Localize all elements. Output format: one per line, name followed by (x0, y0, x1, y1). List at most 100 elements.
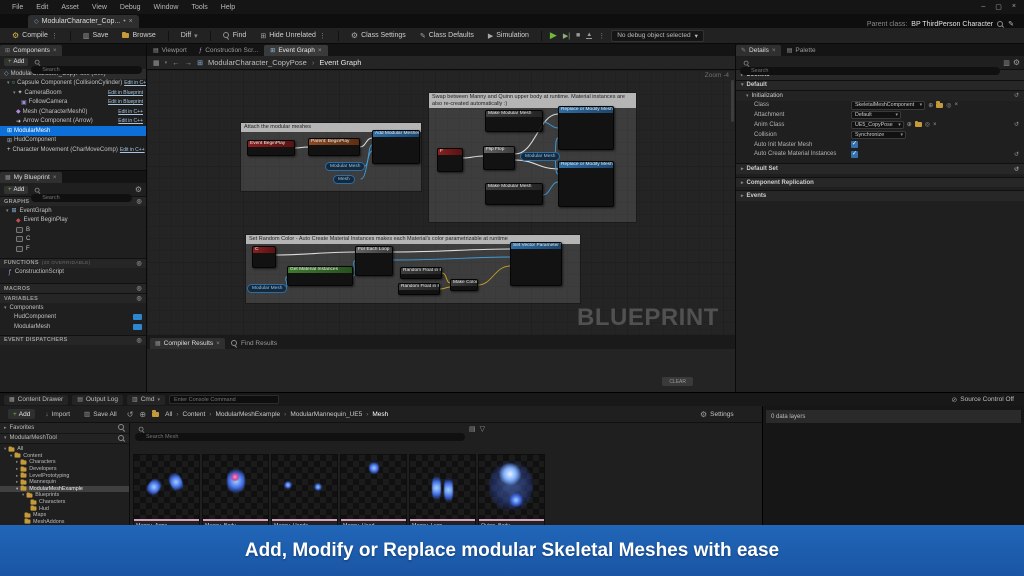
class-defaults-button[interactable]: ✎ Class Defaults (416, 30, 478, 42)
use-selected-icon[interactable]: ◎ (946, 102, 951, 109)
console-command-input[interactable] (169, 395, 279, 404)
initialization-section[interactable]: ▾ Initialization ↺ (736, 90, 1024, 101)
eject-button[interactable]: ▲ (586, 32, 592, 39)
search-icon[interactable] (118, 435, 125, 442)
simulation-button[interactable]: ▶ Simulation (484, 30, 533, 42)
events-section[interactable]: ▸ Events (736, 190, 1024, 201)
component-row-charmove[interactable]: + Character Movement (CharMoveComp) Edit… (0, 145, 146, 155)
clear-button[interactable]: CLEAR (662, 377, 693, 386)
reset-icon[interactable]: ↺ (1014, 92, 1019, 99)
component-replication-section[interactable]: ▸ Component Replication (736, 177, 1024, 188)
close-icon[interactable]: × (318, 47, 322, 54)
tree-item-characters[interactable]: ▸Characters (0, 459, 129, 466)
menu-view[interactable]: View (92, 4, 107, 11)
components-search-input[interactable] (31, 66, 142, 74)
graph-scrollbar[interactable] (731, 80, 734, 122)
anim-class-dropdown[interactable]: UE5_CopyPose (851, 121, 904, 130)
class-settings-button[interactable]: ⚙ Class Settings (347, 29, 410, 42)
asset-tab[interactable]: ◇ ModularCharacter_Cop... • × (28, 15, 139, 28)
tree-item-blueprints[interactable]: ▾Blueprints (0, 492, 129, 499)
my-blueprint-search-input[interactable] (31, 194, 132, 202)
tab-close-icon[interactable]: × (129, 18, 133, 25)
menu-edit[interactable]: Edit (36, 4, 48, 11)
node-key-f[interactable]: F (437, 148, 463, 172)
eye-icon[interactable]: ◎ (136, 260, 142, 267)
expand-arrow-icon[interactable]: ▾ (6, 208, 9, 214)
event-dispatchers-header[interactable]: EVENT DISPATCHERS ◎ (0, 335, 146, 345)
construction-script-row[interactable]: ƒ ConstructionScript (0, 268, 146, 278)
node-set-vector-parameter[interactable]: Set Vector Parameter Value (510, 242, 562, 286)
history-back-icon[interactable]: ↺ (127, 410, 134, 419)
minimize-icon[interactable]: – (981, 3, 985, 11)
compiler-results-tab[interactable]: ▦ Compiler Results × (150, 338, 225, 349)
begin-play-row[interactable]: ◆ Event BeginPlay (0, 216, 146, 226)
content-settings-button[interactable]: ⚙ Settings (700, 410, 734, 419)
component-row-arrow[interactable]: ➜ Arrow Component (Arrow) Edit in C++ (0, 117, 146, 127)
parent-class-link[interactable]: BP ThirdPerson Character (911, 21, 993, 28)
graph-file-icon[interactable]: ▦ (153, 59, 160, 67)
node-random-float-2[interactable]: Random Float in Range (398, 283, 440, 295)
eye-icon[interactable]: ◎ (136, 337, 142, 344)
crumb-content[interactable]: Content (183, 411, 206, 418)
node-replace-mesh-top[interactable]: Replace or Modify Mesh (558, 106, 614, 150)
key-event-b-row[interactable]: B (0, 225, 146, 235)
crumb-mannequin[interactable]: ModularMannequin_UE5 (290, 411, 362, 418)
details-tab[interactable]: ✎ Details × (736, 45, 781, 56)
menu-asset[interactable]: Asset (61, 4, 79, 11)
filter-icon[interactable]: ▽ (480, 425, 485, 433)
add-new-button[interactable]: + Add (4, 186, 28, 194)
search-icon[interactable] (118, 424, 125, 431)
event-graph-row[interactable]: ▾ ⊞ EventGraph (0, 206, 146, 216)
tree-item-all[interactable]: ▾All (0, 446, 129, 453)
variable-row-hud[interactable]: HudComponent (0, 313, 146, 323)
find-results-tab[interactable]: Find Results (225, 338, 283, 349)
compile-options-icon[interactable]: ⋮ (51, 32, 58, 40)
node-make-mesh-bottom[interactable]: Make Modular Mesh (485, 183, 543, 205)
import-button[interactable]: ↓ Import (41, 409, 74, 420)
content-drawer-button[interactable]: ▦ Content Drawer (4, 395, 68, 405)
node-random-float-1[interactable]: Random Float in Range (400, 267, 442, 279)
node-make-mesh-top[interactable]: Make Modular Mesh (485, 110, 543, 132)
reset-icon[interactable]: ↺ (1014, 121, 1019, 128)
default-set-section[interactable]: ▸ Default Set ↺ (736, 163, 1024, 174)
menu-file[interactable]: File (12, 4, 23, 11)
back-arrow-icon[interactable]: ← (172, 58, 180, 67)
edit-in-blueprint-link[interactable]: Edit in Blueprint (108, 99, 143, 105)
eye-icon[interactable]: ◎ (136, 198, 142, 205)
auto-init-checkbox[interactable]: ✓ (851, 141, 858, 148)
tab-viewport[interactable]: ▤ Viewport (147, 45, 193, 56)
view-options-icon[interactable]: ▤ (469, 425, 476, 433)
expand-arrow-icon[interactable]: ▾ (13, 90, 16, 96)
component-row-modularmesh[interactable]: ⊞ ModularMesh (0, 126, 146, 136)
my-blueprint-tab[interactable]: ▦ My Blueprint × (0, 172, 62, 183)
compile-button[interactable]: ⚙ Compile ⋮ (8, 29, 62, 42)
edit-in-blueprint-link[interactable]: Edit in Blueprint (108, 90, 143, 96)
chevron-down-icon[interactable]: ▾ (165, 60, 168, 66)
browse-icon[interactable] (936, 103, 943, 108)
functions-header[interactable]: FUNCTIONS (20 OVERRIDABLE) ◎ (0, 258, 146, 268)
tree-item-developers[interactable]: ▸Developers (0, 466, 129, 473)
cmd-dropdown[interactable]: ▥ Cmd ▾ (127, 395, 165, 405)
variable-row-modularmesh[interactable]: ModularMesh (0, 322, 146, 332)
save-all-button[interactable]: ▥ Save All (80, 408, 121, 420)
gear-icon[interactable]: ⚙ (1013, 58, 1020, 67)
play-options-icon[interactable]: ⋮ (598, 32, 605, 40)
tab-construction-script[interactable]: ƒ Construction Scr... (193, 45, 264, 56)
attachment-dropdown[interactable]: Default (851, 111, 901, 120)
find-button[interactable]: Find (219, 30, 251, 41)
key-event-c-row[interactable]: C (0, 235, 146, 245)
favorites-row[interactable]: ▸ Favorites (0, 423, 129, 434)
menu-tools[interactable]: Tools (191, 4, 207, 11)
tree-root-row[interactable]: ▾ ModularMeshTool (0, 434, 129, 445)
diff-button[interactable]: Diff ▾ (177, 30, 202, 42)
tree-item-maps[interactable]: Maps (0, 512, 129, 519)
reset-icon[interactable]: ↺ (1014, 151, 1019, 158)
components-tab[interactable]: ⊞ Components × (0, 45, 62, 56)
expand-arrow-icon[interactable]: ▾ (7, 80, 10, 86)
search-icon[interactable] (997, 21, 1004, 28)
component-row-capsule[interactable]: ▾ ○ Capsule Component (CollisionCylinder… (0, 79, 146, 89)
node-make-color[interactable]: Make Color (450, 279, 478, 291)
tree-item-hud[interactable]: Hud (0, 505, 129, 512)
crumb-all[interactable]: All (165, 411, 172, 418)
node-key-c[interactable]: C (252, 246, 276, 268)
